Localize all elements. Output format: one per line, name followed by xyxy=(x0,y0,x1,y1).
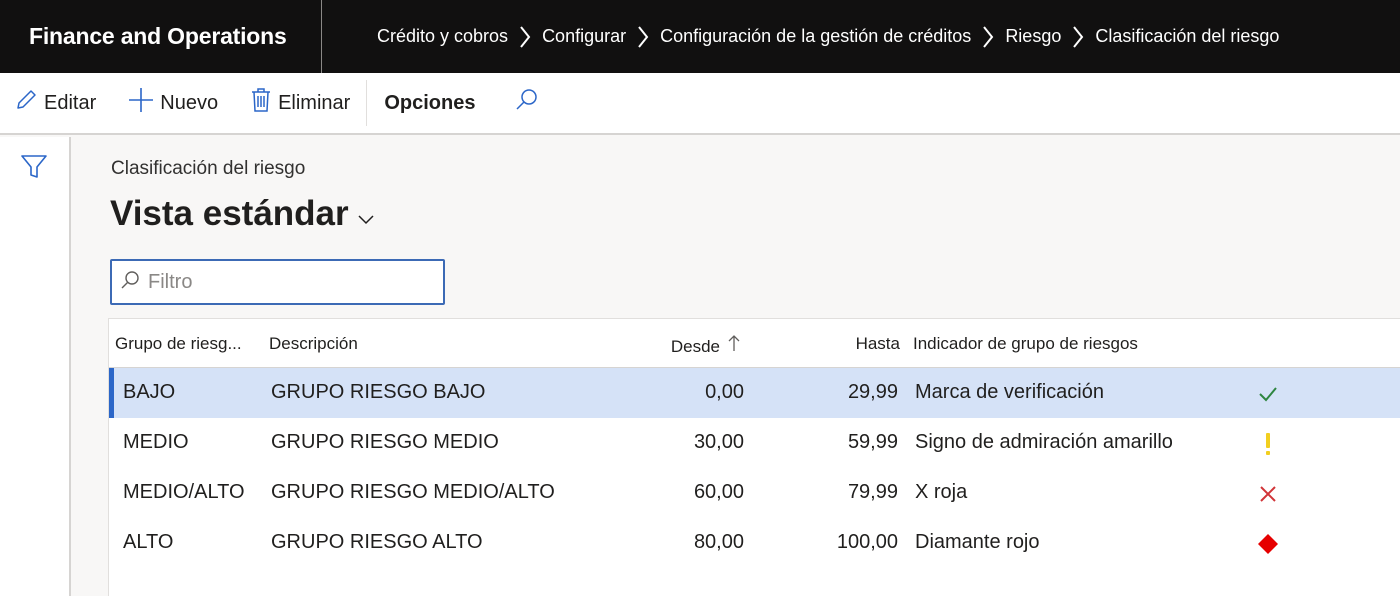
main-content: Clasificación del riesgo Vista estándar … xyxy=(73,137,1400,596)
cell-group: BAJO xyxy=(123,381,176,403)
cell-to: 79,99 xyxy=(847,481,898,503)
chevron-down-icon xyxy=(349,194,375,234)
column-header-to[interactable]: Hasta xyxy=(856,334,900,354)
checkmark-icon xyxy=(1257,383,1279,405)
grid-header: Grupo de riesg... Descripción Desde Hast… xyxy=(109,319,1400,368)
edit-button[interactable]: Editar xyxy=(14,88,96,118)
page-caption: Clasificación del riesgo xyxy=(111,158,306,179)
filter-pane-rail xyxy=(0,137,71,596)
cell-group: MEDIO/ALTO xyxy=(123,481,245,503)
pencil-icon xyxy=(14,88,44,118)
toolbar-divider xyxy=(366,80,368,126)
cell-to: 100,00 xyxy=(836,531,898,553)
chevron-right-icon xyxy=(971,25,1005,48)
plus-icon xyxy=(128,87,160,119)
exclamation-icon xyxy=(1257,433,1279,455)
column-header-from-label: Desde xyxy=(670,337,720,356)
red-x-icon xyxy=(1257,483,1279,505)
cell-to: 59,99 xyxy=(847,431,898,453)
column-header-indicator[interactable]: Indicador de grupo de riesgos xyxy=(913,334,1138,354)
cell-group: ALTO xyxy=(123,531,174,553)
search-icon xyxy=(515,88,545,118)
cell-from: 0,00 xyxy=(705,381,744,403)
chevron-right-icon xyxy=(508,25,542,48)
cell-indicator: X roja xyxy=(915,481,968,503)
cell-to: 29,99 xyxy=(847,381,898,403)
cell-indicator: Signo de admiración amarillo xyxy=(915,431,1173,453)
cell-indicator: Marca de verificación xyxy=(915,381,1104,403)
top-navigation-bar: Finance and Operations Crédito y cobros … xyxy=(0,0,1400,73)
app-title[interactable]: Finance and Operations xyxy=(0,0,322,73)
breadcrumb-item-credito-y-cobros[interactable]: Crédito y cobros xyxy=(377,26,508,47)
breadcrumb-item-riesgo[interactable]: Riesgo xyxy=(1005,26,1061,47)
cell-description: GRUPO RIESGO MEDIO xyxy=(271,431,499,453)
cell-group: MEDIO xyxy=(123,431,189,453)
column-header-description[interactable]: Descripción xyxy=(269,334,358,354)
search-icon xyxy=(120,270,140,295)
cell-description: GRUPO RIESGO MEDIO/ALTO xyxy=(271,481,555,503)
edit-label: Editar xyxy=(44,91,97,114)
cell-from: 30,00 xyxy=(693,431,744,453)
column-header-from[interactable]: Desde xyxy=(671,334,740,357)
options-button[interactable]: Opciones xyxy=(384,92,475,115)
new-label: Nuevo xyxy=(160,91,219,114)
breadcrumb-item-configuracion-gestion-creditos[interactable]: Configuración de la gestión de créditos xyxy=(660,26,971,47)
red-diamond-icon xyxy=(1257,533,1279,555)
cell-description: GRUPO RIESGO BAJO xyxy=(271,381,486,403)
sort-ascending-icon xyxy=(728,335,740,356)
action-pane: Editar Nuevo Eliminar Opciones xyxy=(0,73,1400,135)
delete-button[interactable]: Eliminar xyxy=(250,87,350,119)
filter-input[interactable] xyxy=(148,270,428,294)
table-row[interactable]: MEDIO GRUPO RIESGO MEDIO 30,00 59,99 Sig… xyxy=(109,418,1400,468)
table-row[interactable]: ALTO GRUPO RIESGO ALTO 80,00 100,00 Diam… xyxy=(109,518,1400,568)
risk-classification-grid: Grupo de riesg... Descripción Desde Hast… xyxy=(108,318,1400,596)
cell-indicator: Diamante rojo xyxy=(915,531,1040,553)
table-row[interactable]: BAJO GRUPO RIESGO BAJO 0,00 29,99 Marca … xyxy=(109,368,1400,418)
chevron-right-icon xyxy=(1061,25,1095,48)
cell-from: 60,00 xyxy=(693,481,744,503)
breadcrumb-item-clasificacion-del-riesgo[interactable]: Clasificación del riesgo xyxy=(1095,26,1279,47)
cell-description: GRUPO RIESGO ALTO xyxy=(271,531,483,553)
search-button[interactable] xyxy=(515,88,545,118)
breadcrumb: Crédito y cobros Configurar Configuració… xyxy=(322,25,1279,48)
delete-label: Eliminar xyxy=(278,91,351,114)
filter-field[interactable] xyxy=(110,259,445,305)
view-selector[interactable]: Vista estándar xyxy=(110,194,375,234)
new-button[interactable]: Nuevo xyxy=(128,87,218,119)
column-header-group[interactable]: Grupo de riesg... xyxy=(115,334,242,354)
cell-from: 80,00 xyxy=(693,531,744,553)
breadcrumb-item-configurar[interactable]: Configurar xyxy=(542,26,626,47)
table-row[interactable]: MEDIO/ALTO GRUPO RIESGO MEDIO/ALTO 60,00… xyxy=(109,468,1400,518)
filter-icon[interactable] xyxy=(21,155,47,184)
trash-icon xyxy=(250,87,278,119)
view-name: Vista estándar xyxy=(110,194,349,233)
chevron-right-icon xyxy=(626,25,660,48)
